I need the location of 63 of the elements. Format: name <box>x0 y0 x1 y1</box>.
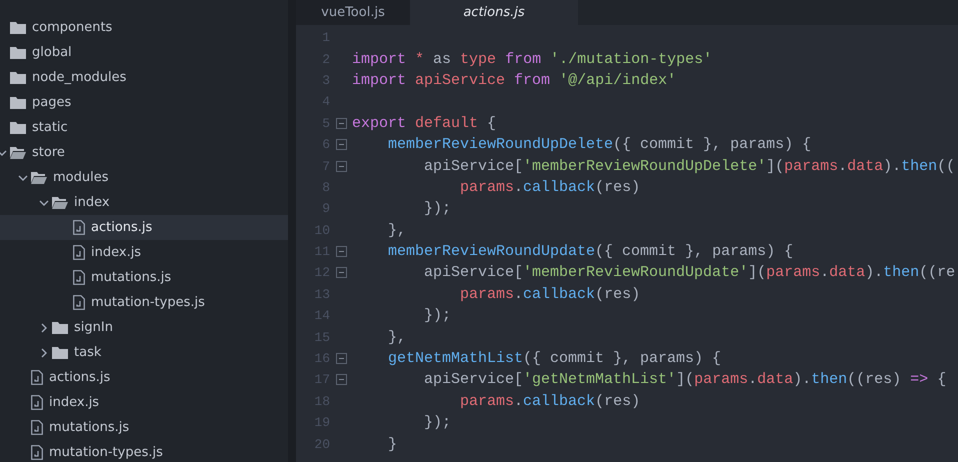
folder-icon <box>52 346 68 359</box>
tree-item[interactable]: global <box>0 40 288 65</box>
code-line: import * as type from './mutation-types' <box>352 50 712 68</box>
code-line: memberReviewRoundUpdate({ commit }, params) { <box>387 243 794 260</box>
editor-tab[interactable]: vueTool.js <box>296 0 410 25</box>
code-line: }, <box>387 222 406 239</box>
tree-item[interactable]: actions.js <box>0 215 288 240</box>
tree-item[interactable]: pages <box>0 90 288 115</box>
tree-item[interactable]: mutation-types.js <box>0 440 288 462</box>
code-line: }); <box>423 200 452 218</box>
open-folder-icon <box>52 196 68 209</box>
fold-toggle-icon[interactable] <box>336 267 346 278</box>
code-line: } <box>387 436 398 453</box>
code-line: apiService['memberReviewRoundUpdate'](params.data).then((re <box>423 264 956 282</box>
code-line: getNetmMathList({ commit }, params) { <box>387 350 722 368</box>
code-line: }); <box>423 414 452 432</box>
code-line: }); <box>423 307 452 324</box>
fold-toggle-icon[interactable] <box>336 118 346 129</box>
code-line: params.callback(res) <box>459 286 640 303</box>
file-icon <box>31 370 43 385</box>
folder-icon <box>10 121 26 134</box>
open-folder-icon <box>10 146 26 159</box>
tree-item[interactable]: mutations.js <box>0 265 288 290</box>
code-line: apiService['getNetmMathList'](params.data).then((res) => { <box>423 371 946 388</box>
tree-item[interactable]: store <box>0 140 288 165</box>
tree-item[interactable]: node_modules <box>0 65 288 90</box>
tree-item[interactable]: static <box>0 115 288 140</box>
editor-tab[interactable]: actions.js <box>410 0 578 25</box>
code-line: export default { <box>352 114 496 132</box>
tree-item[interactable]: modules <box>0 165 288 190</box>
file-icon <box>73 270 85 285</box>
file-icon <box>31 445 43 460</box>
tree-item[interactable]: mutation-types.js <box>0 290 288 315</box>
tree-item[interactable]: components <box>0 15 288 40</box>
code-line: params.callback(res) <box>459 178 640 196</box>
code-line: params.callback(res) <box>459 392 640 410</box>
tree-item[interactable]: actions.js <box>0 365 288 390</box>
tree-item[interactable]: task <box>0 340 288 365</box>
open-folder-icon <box>31 171 47 184</box>
tree-item[interactable]: index.js <box>0 390 288 415</box>
file-icon <box>31 420 43 435</box>
file-icon <box>73 245 85 260</box>
file-icon <box>73 295 85 310</box>
tree-item[interactable]: index <box>0 190 288 215</box>
fold-toggle-icon[interactable] <box>336 374 346 386</box>
tree-item[interactable]: mutations.js <box>0 415 288 440</box>
tree-item[interactable]: index.js <box>0 240 288 265</box>
folder-icon <box>10 21 26 34</box>
tree-item[interactable]: signIn <box>0 315 288 340</box>
code-line: apiService['memberReviewRoundUpDelete'](params.data).then(( <box>423 158 956 175</box>
fold-toggle-icon[interactable] <box>336 160 346 172</box>
code-line: }, <box>387 328 406 346</box>
fold-toggle-icon[interactable] <box>336 353 346 364</box>
folder-icon <box>10 46 26 59</box>
folder-icon <box>10 96 26 109</box>
folder-icon <box>52 321 68 334</box>
code-line: import apiService from '@/api/index' <box>352 72 676 89</box>
folder-icon <box>10 71 26 84</box>
file-icon <box>31 395 43 410</box>
fold-toggle-icon[interactable] <box>336 139 346 150</box>
file-icon <box>73 220 85 235</box>
fold-toggle-icon[interactable] <box>336 246 346 258</box>
code-line: memberReviewRoundUpDelete({ commit }, params) { <box>387 136 812 154</box>
